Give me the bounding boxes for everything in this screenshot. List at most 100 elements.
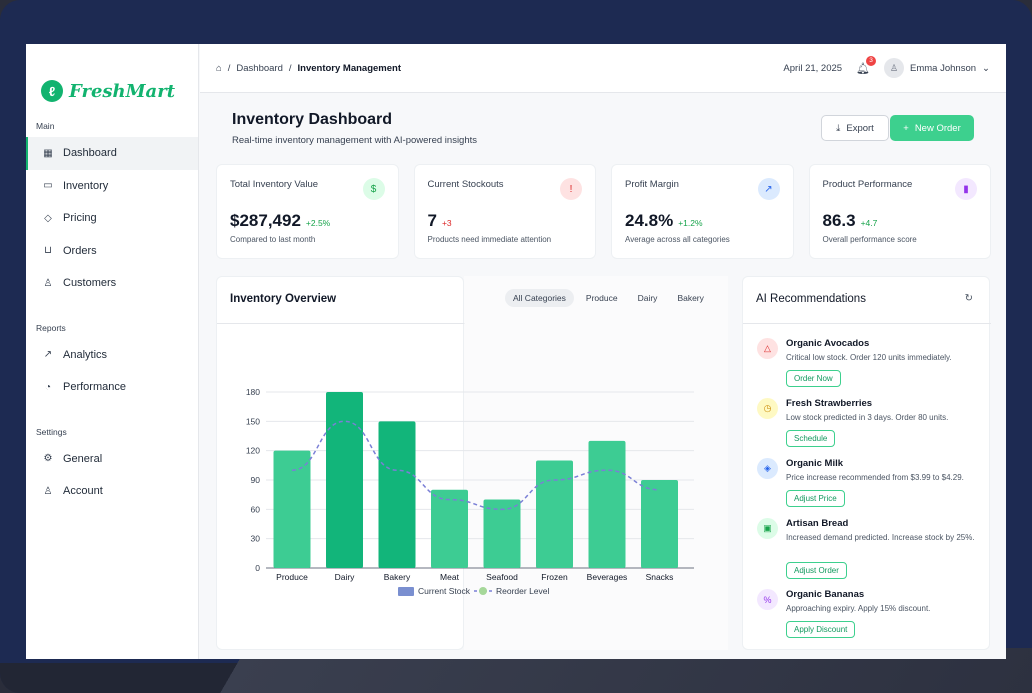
divider <box>743 323 991 324</box>
sidebar-item-inventory[interactable]: ▭ Inventory <box>26 170 198 203</box>
x-tick-label: Beverages <box>587 572 628 582</box>
inventory-chart: 0 30 60 90 120 150 180 Produce Dairy Bakery Meat Se… <box>246 387 694 596</box>
kpi-card-profit-margin[interactable]: Profit Margin ↗ 24.8% +1.2% Average acros… <box>611 164 794 259</box>
page-subtitle: Real-time inventory management with AI-p… <box>232 135 478 146</box>
kpi-label: Total Inventory Value <box>230 179 319 190</box>
tab-all-categories[interactable]: All Categories <box>505 289 574 307</box>
x-tick-label: Dairy <box>335 572 356 582</box>
x-tick-label: Seafood <box>486 572 518 582</box>
sidebar-item-analytics[interactable]: ↗ Analytics <box>26 339 198 372</box>
sidebar-item-performance[interactable]: ◔ Performance <box>26 371 198 404</box>
bar-chart-icon: ▮ <box>955 178 977 200</box>
bar-snacks <box>641 480 678 568</box>
tag-icon: ◈ <box>757 458 778 479</box>
plus-icon: + <box>903 122 909 134</box>
kpi-card-product-performance[interactable]: Product Performance ▮ 86.3 +4.7 Overall p… <box>808 164 991 259</box>
x-tick-label: Frozen <box>541 572 568 582</box>
x-tick-label: Produce <box>276 572 308 582</box>
sidebar-item-label: Performance <box>63 381 126 394</box>
kpi-note: Average across all categories <box>625 235 730 244</box>
overview-title: Inventory Overview <box>230 293 337 305</box>
recommendation-title: Organic Milk <box>786 458 844 469</box>
alert-icon: ! <box>560 178 582 200</box>
recommendation-description: Low stock predicted in 3 days. Order 80 … <box>786 413 949 422</box>
percent-icon: % <box>757 589 778 610</box>
recommendation-description: Increased demand predicted. Increase sto… <box>786 533 975 542</box>
y-tick-label: 120 <box>246 446 260 456</box>
brand-name: FreshMart <box>69 80 176 102</box>
pie-chart-icon: ◔ <box>44 381 52 393</box>
breadcrumb-separator: / <box>227 62 231 74</box>
kpi-card-inventory-value[interactable]: Total Inventory Value $ $287,492 +2.5% Co… <box>216 164 399 259</box>
tab-produce[interactable]: Produce <box>578 289 626 307</box>
sidebar-item-orders[interactable]: ⊔ Orders <box>26 235 198 268</box>
recommendation-action-button[interactable]: Adjust Price <box>786 490 845 507</box>
bell-icon[interactable]: 🔔︎ 3 <box>856 55 877 75</box>
gear-icon: ⚙ <box>43 453 53 465</box>
legend-marker-reorder-level <box>479 587 487 595</box>
sidebar-item-account[interactable]: ♙ Account <box>26 475 198 508</box>
kpi-card-stockouts[interactable]: Current Stockouts ! 7 +3 Products need im… <box>413 164 596 259</box>
y-tick-label: 90 <box>251 475 261 485</box>
user-menu[interactable]: ♙ Emma Johnson ⌄ <box>884 58 990 78</box>
kpi-value-group: $287,492 +2.5% <box>230 211 330 231</box>
category-tabs: All Categories Produce Dairy Bakery <box>505 289 712 307</box>
refresh-icon[interactable]: ↻ <box>965 293 973 304</box>
topbar: ⌂ / Dashboard / Inventory Management Apr… <box>200 44 1006 93</box>
tag-icon: ◇ <box>44 212 52 224</box>
x-tick-label: Bakery <box>384 572 411 582</box>
recommendation-title: Artisan Bread <box>786 518 849 529</box>
export-button[interactable]: ⤓ Export <box>821 115 889 141</box>
account-icon: ♙ <box>43 485 53 497</box>
recommendation-title: Fresh Strawberries <box>786 398 873 409</box>
sidebar-item-label: Dashboard <box>63 147 117 160</box>
avatar: ♙ <box>884 58 905 78</box>
kpi-value-group: 7 +3 <box>428 211 452 231</box>
sidebar-nav: Main ▦ Dashboard ▭ Inventory ◇ Pricing ⊔ Ord… <box>26 112 198 508</box>
user-icon: ♙ <box>43 277 53 289</box>
bar-meat <box>431 489 468 568</box>
kpi-value: 24.8% <box>625 211 674 230</box>
recommendation-action-button[interactable]: Schedule <box>786 430 836 447</box>
main-content: Inventory Dashboard Real-time inventory … <box>200 93 1006 659</box>
sidebar-item-label: Customers <box>63 277 117 290</box>
home-icon[interactable]: ⌂ <box>216 63 222 74</box>
tab-bakery[interactable]: Bakery <box>669 289 711 307</box>
breadcrumb-current: Inventory Management <box>297 62 401 74</box>
kpi-label: Product Performance <box>822 179 913 190</box>
kpi-delta: +4.7 <box>860 218 878 228</box>
tab-dairy[interactable]: Dairy <box>630 289 666 307</box>
recommendation-action-button[interactable]: Order Now <box>786 370 841 387</box>
recommendation-description: Critical low stock. Order 120 units imme… <box>786 353 952 362</box>
alert-icon: △ <box>757 338 778 359</box>
recommendation-title: Organic Bananas <box>786 589 865 600</box>
kpi-value: 7 <box>427 211 437 230</box>
kpi-delta: +1.2% <box>678 218 703 228</box>
breadcrumb: ⌂ / Dashboard / Inventory Management <box>216 63 401 74</box>
user-name: Emma Johnson <box>910 62 977 74</box>
sidebar-item-label: Analytics <box>63 348 108 361</box>
sidebar-item-general[interactable]: ⚙ General <box>26 443 198 476</box>
download-icon: ⤓ <box>836 122 841 134</box>
brand-logo[interactable]: ℓ FreshMart <box>26 44 198 112</box>
new-order-button[interactable]: + New Order <box>890 115 974 141</box>
chevron-down-icon: ⌄ <box>982 62 990 74</box>
leaf-icon: ℓ <box>41 80 63 102</box>
sidebar: ℓ FreshMart Main ▦ Dashboard ▭ Inventory ◇… <box>26 44 199 659</box>
breadcrumb-separator: / <box>288 62 292 74</box>
bar-bakery <box>378 421 416 568</box>
current-date: April 21, 2025 <box>783 62 843 74</box>
x-tick-label: Snacks <box>646 572 674 582</box>
recommendation-description: Approaching expiry. Apply 15% discount. <box>786 604 931 613</box>
bar-beverages <box>588 440 626 568</box>
sidebar-item-label: Account <box>63 485 103 498</box>
sidebar-item-pricing[interactable]: ◇ Pricing <box>26 202 198 235</box>
sidebar-item-customers[interactable]: ♙ Customers <box>26 267 198 300</box>
sidebar-item-dashboard[interactable]: ▦ Dashboard <box>26 137 198 170</box>
box-icon: ▭ <box>43 180 53 192</box>
legend-swatch-current-stock <box>398 587 414 596</box>
legend-label-current-stock: Current Stock <box>418 586 471 596</box>
recommendation-action-button[interactable]: Adjust Order <box>786 562 847 579</box>
recommendation-action-button[interactable]: Apply Discount <box>786 621 856 638</box>
breadcrumb-dashboard[interactable]: Dashboard <box>236 63 282 74</box>
